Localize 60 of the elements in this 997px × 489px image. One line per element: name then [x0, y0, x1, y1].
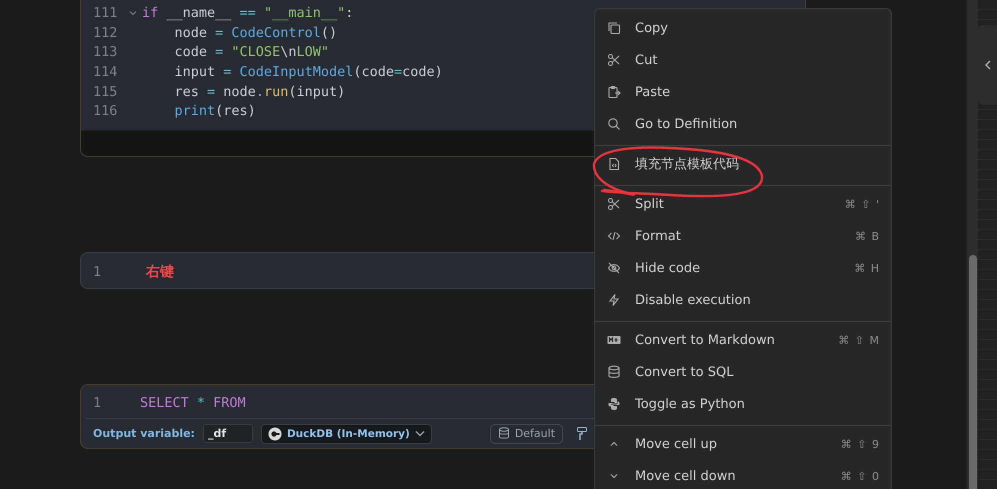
line-number: 111 — [92, 4, 118, 21]
keyboard-shortcut: ⌘ ⇧ 0 — [840, 470, 879, 482]
default-button[interactable]: Default — [490, 424, 564, 444]
search-icon — [607, 117, 621, 131]
menu-item[interactable]: 填充节点模板代码 — [595, 148, 891, 180]
line-number: 1 — [92, 394, 102, 411]
menu-item[interactable]: Paste — [595, 76, 891, 108]
menu-item[interactable]: Cut — [595, 44, 891, 76]
chevron-left-icon — [984, 60, 990, 70]
keyboard-shortcut: ⌘ B — [854, 230, 879, 242]
menu-item[interactable]: Split ⌘ ⇧ ' — [595, 188, 891, 220]
line-number: 112 — [92, 24, 118, 41]
code-line: code = "CLOSE\nLOW" — [174, 44, 329, 60]
database-settings-icon — [498, 427, 511, 440]
menu-item[interactable]: Disable execution — [595, 284, 891, 316]
menu-item[interactable]: Go to Definition — [595, 108, 891, 140]
line-number: 1 — [92, 264, 102, 280]
database-icon — [607, 365, 621, 379]
engine-dropdown[interactable]: DuckDB (In-Memory) — [260, 424, 432, 444]
menu-item[interactable]: Hide code ⌘ H — [595, 252, 891, 284]
line-number: 115 — [92, 84, 118, 100]
paint-roller-icon[interactable] — [577, 426, 588, 441]
eye-off-icon — [607, 261, 621, 275]
scrollbar[interactable] — [966, 0, 978, 489]
chevron-down-icon — [414, 430, 425, 438]
menu-item[interactable]: Convert to SQL — [595, 356, 891, 388]
file-code-icon — [607, 157, 621, 171]
menu-item[interactable]: Move cell up ⌘ ⇧ 9 — [595, 428, 891, 460]
fold-chevron-icon[interactable] — [129, 10, 137, 16]
menu-item[interactable]: Copy — [595, 12, 891, 44]
keyboard-shortcut: ⌘ ⇧ 9 — [840, 438, 879, 450]
clipboard-icon — [607, 85, 621, 99]
keyboard-shortcut: ⌘ H — [854, 262, 879, 274]
python-logo-icon — [607, 397, 621, 411]
menu-item[interactable]: Format ⌘ B — [595, 220, 891, 252]
menu-item[interactable]: Toggle as Python — [595, 388, 891, 420]
copy-icon — [607, 21, 621, 35]
output-variable-label: Output variable: — [93, 427, 195, 440]
menu-item[interactable]: Move cell down ⌘ ⇧ 0 — [595, 460, 891, 489]
code-line: res = node.run(input) — [174, 84, 346, 100]
code-line: 右键 — [144, 262, 174, 281]
lightning-icon — [607, 293, 621, 307]
code-line: SELECT * FROM — [140, 394, 246, 411]
output-variable-field[interactable]: _df — [202, 424, 253, 444]
code-line: node = CodeControl() — [174, 24, 338, 41]
scrollbar-thumb[interactable] — [969, 255, 977, 489]
keyboard-shortcut: ⌘ ⇧ ' — [844, 198, 879, 210]
menu-item[interactable]: Convert to Markdown ⌘ ⇧ M — [595, 324, 891, 356]
scissors-icon — [607, 197, 621, 211]
line-number: 116 — [92, 103, 118, 120]
scissors-icon — [607, 53, 621, 67]
keyboard-shortcut: ⌘ ⇧ M — [838, 334, 879, 346]
code-line: if __name__ == "__main__": — [142, 4, 354, 21]
database-engine-icon — [268, 426, 282, 441]
line-number: 114 — [92, 64, 118, 80]
markdown-icon — [607, 333, 621, 347]
code-brackets-icon — [607, 229, 621, 243]
code-line: input = CodeInputModel(code=code) — [174, 64, 443, 80]
code-line: print(res) — [174, 103, 256, 120]
line-number: 113 — [92, 44, 118, 60]
